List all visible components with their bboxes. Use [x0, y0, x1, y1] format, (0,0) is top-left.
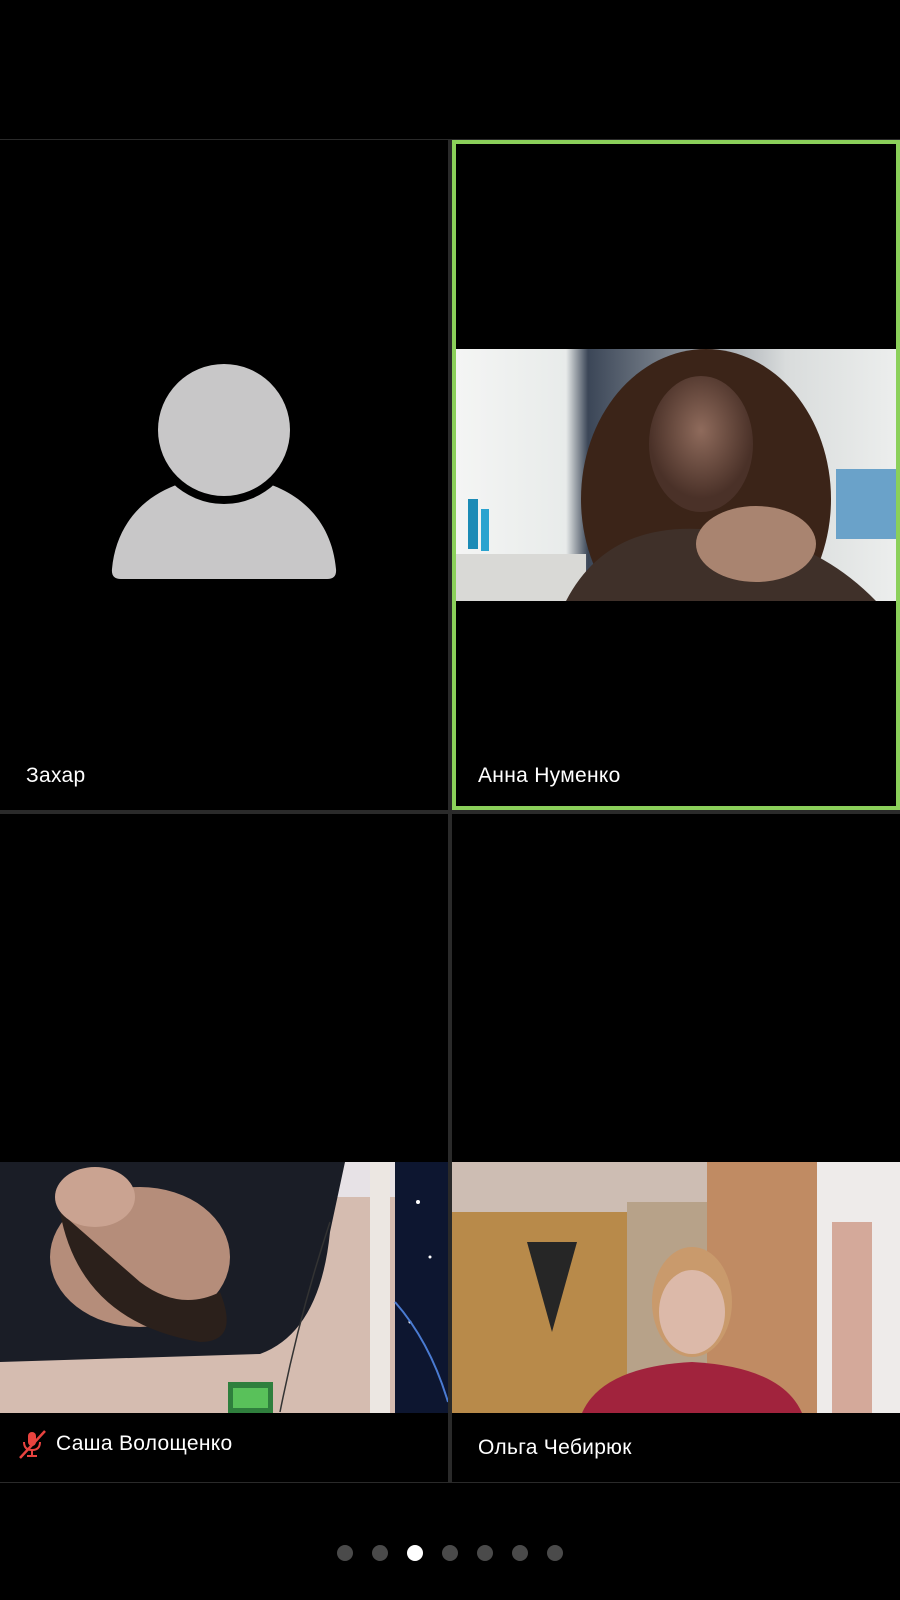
page-indicator[interactable] [0, 1541, 900, 1565]
participant-name-label: Анна Нуменко [478, 764, 621, 788]
person-placeholder-icon [111, 362, 337, 579]
page-dot[interactable] [337, 1545, 353, 1561]
participant-name: Анна Нуменко [478, 764, 621, 787]
page-dot[interactable] [512, 1545, 528, 1561]
participant-tile-sasha[interactable]: Саша Волощенко [0, 814, 448, 1482]
page-dot-current[interactable] [407, 1545, 423, 1561]
page-dot[interactable] [372, 1545, 388, 1561]
video-frame [0, 1162, 448, 1413]
participant-video [452, 1162, 900, 1413]
participant-name: Саша Волощенко [56, 1432, 233, 1455]
participant-video [0, 1162, 448, 1413]
participant-tile-anna[interactable]: Анна Нуменко [452, 140, 900, 810]
participant-video [456, 349, 896, 601]
page-dot[interactable] [442, 1545, 458, 1561]
page-dot[interactable] [477, 1545, 493, 1561]
page-dot[interactable] [547, 1545, 563, 1561]
participant-name-label: Ольга Чебирюк [478, 1436, 632, 1460]
video-frame [452, 1162, 900, 1413]
video-frame [456, 349, 896, 601]
participant-tile-zahar[interactable]: Захар [0, 140, 448, 810]
participant-name-label: Захар [26, 764, 86, 788]
participant-name: Захар [26, 764, 86, 787]
participant-name-label: Саша Волощенко [19, 1428, 233, 1460]
microphone-muted-icon [19, 1430, 46, 1459]
meeting-gallery-screen: Захар Анна Нуменко Саша Волощенко Ольга … [0, 0, 900, 1600]
video-grid: Захар Анна Нуменко Саша Волощенко Ольга … [0, 139, 900, 1483]
participant-name: Ольга Чебирюк [478, 1436, 632, 1459]
participant-tile-olga[interactable]: Ольга Чебирюк [452, 814, 900, 1482]
